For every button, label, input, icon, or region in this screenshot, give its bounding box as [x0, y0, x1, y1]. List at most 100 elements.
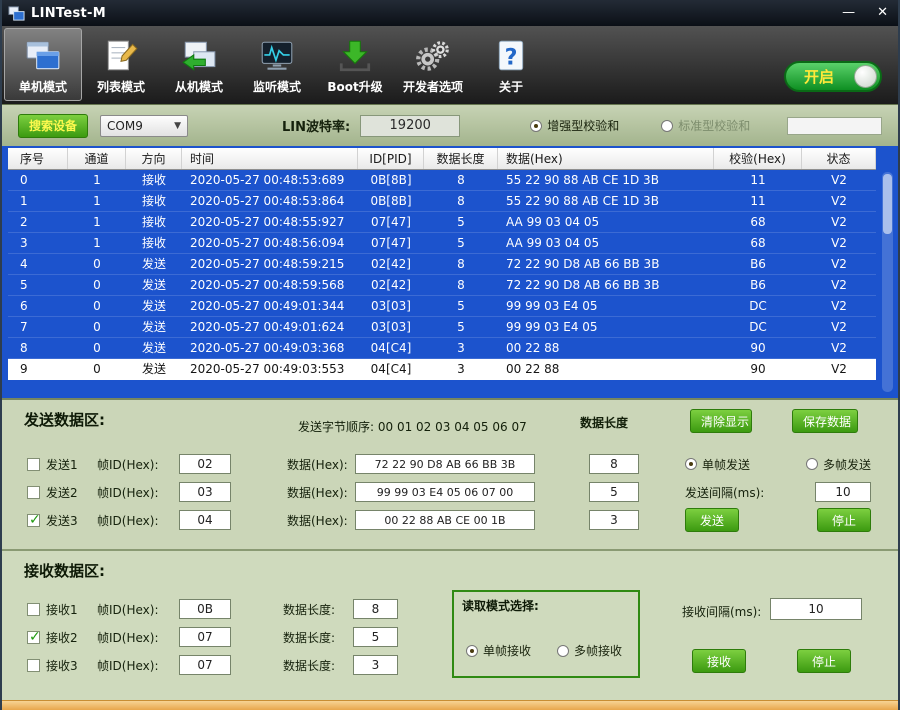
- send1-data-input[interactable]: [355, 454, 535, 474]
- receive-button[interactable]: 接收: [692, 649, 746, 673]
- table-cell: 1: [68, 191, 126, 211]
- toolbar-item-boot-upgrade[interactable]: Boot升级: [316, 28, 394, 101]
- send2-frame-id-input[interactable]: [179, 482, 231, 502]
- send2-length-input[interactable]: [589, 482, 639, 502]
- table-cell: 0: [8, 170, 68, 190]
- toolbar-item-developer-options[interactable]: 开发者选项: [394, 28, 472, 101]
- receive-stop-button[interactable]: 停止: [797, 649, 851, 673]
- clear-display-button[interactable]: 清除显示: [690, 409, 752, 433]
- table-cell: 5: [424, 296, 498, 316]
- table-cell: 5: [8, 275, 68, 295]
- multi-frame-receive-radio[interactable]: 多帧接收: [557, 642, 622, 659]
- table-scrollbar[interactable]: [882, 172, 893, 392]
- receive2-frame-id-input[interactable]: [179, 627, 231, 647]
- table-cell: 68: [714, 212, 802, 232]
- table-row[interactable]: 01接收2020-05-27 00:48:53:6890B[8B]855 22 …: [8, 170, 876, 191]
- table-header: 序号通道方向时间ID[PID]数据长度数据(Hex)校验(Hex)状态: [8, 148, 876, 170]
- svg-text:?: ?: [505, 44, 518, 70]
- receive2-checkbox[interactable]: 接收2: [27, 629, 97, 646]
- radio-icon: [557, 645, 569, 657]
- table-row[interactable]: 60发送2020-05-27 00:49:01:34403[03]599 99 …: [8, 296, 876, 317]
- table-cell: 2020-05-27 00:48:59:215: [182, 254, 358, 274]
- multi-frame-send-radio[interactable]: 多帧发送: [806, 456, 871, 473]
- table-cell: 1: [68, 212, 126, 232]
- close-button[interactable]: ✕: [877, 0, 888, 26]
- table-row[interactable]: 90发送2020-05-27 00:49:03:55304[C4]300 22 …: [8, 359, 876, 380]
- table-row[interactable]: 21接收2020-05-27 00:48:55:92707[47]5AA 99 …: [8, 212, 876, 233]
- table-cell: 发送: [126, 296, 182, 316]
- save-data-button[interactable]: 保存数据: [792, 409, 858, 433]
- com-port-select[interactable]: COM9 ▼: [100, 115, 188, 137]
- receive3-frame-id-input[interactable]: [179, 655, 231, 675]
- receive2-length-input[interactable]: [353, 627, 398, 647]
- table-cell: 99 99 03 E4 05: [498, 296, 714, 316]
- receive1-length-input[interactable]: [353, 599, 398, 619]
- table-cell: 0B[8B]: [358, 170, 424, 190]
- toolbar-item-single-mode[interactable]: 单机模式: [4, 28, 82, 101]
- table-row[interactable]: 11接收2020-05-27 00:48:53:8640B[8B]855 22 …: [8, 191, 876, 212]
- spare-text-input[interactable]: [787, 117, 882, 135]
- send-interval-input[interactable]: [815, 482, 871, 502]
- table-header-cell: 时间: [182, 148, 358, 169]
- toolbar-item-label: 从机模式: [175, 78, 223, 95]
- checkbox-icon: [27, 659, 40, 672]
- standard-checksum-label: 标准型校验和: [678, 117, 750, 134]
- checkbox-icon: [27, 603, 40, 616]
- table-header-cell: ID[PID]: [358, 148, 424, 169]
- receive3-checkbox[interactable]: 接收3: [27, 657, 97, 674]
- checkbox-icon: [27, 514, 40, 527]
- send2-checkbox[interactable]: 发送2: [27, 484, 97, 501]
- table-cell: 07[47]: [358, 212, 424, 232]
- table-header-cell: 方向: [126, 148, 182, 169]
- table-cell: 5: [424, 233, 498, 253]
- table-cell: 8: [424, 254, 498, 274]
- receive3-length-input[interactable]: [353, 655, 398, 675]
- receive-row-1: 接收1 帧ID(Hex): 数据长度:: [2, 597, 898, 621]
- table-row[interactable]: 70发送2020-05-27 00:49:01:62403[03]599 99 …: [8, 317, 876, 338]
- send-button[interactable]: 发送: [685, 508, 739, 532]
- toolbar-item-monitor-mode[interactable]: 监听模式: [238, 28, 316, 101]
- list-mode-icon: [102, 34, 140, 78]
- baud-rate-input[interactable]: [360, 115, 460, 137]
- send3-checkbox[interactable]: 发送3: [27, 512, 97, 529]
- power-toggle-button[interactable]: 开启: [784, 61, 882, 92]
- table-cell: V2: [802, 317, 876, 337]
- table-row[interactable]: 40发送2020-05-27 00:48:59:21502[42]872 22 …: [8, 254, 876, 275]
- receive-interval-input[interactable]: [770, 598, 862, 620]
- standard-checksum-radio[interactable]: 标准型校验和: [661, 117, 750, 134]
- toolbar-item-label: 开发者选项: [403, 78, 463, 95]
- table-row[interactable]: 50发送2020-05-27 00:48:59:56802[42]872 22 …: [8, 275, 876, 296]
- table-row[interactable]: 31接收2020-05-27 00:48:56:09407[47]5AA 99 …: [8, 233, 876, 254]
- toolbar-item-slave-mode[interactable]: 从机模式: [160, 28, 238, 101]
- toolbar-item-list-mode[interactable]: 列表模式: [82, 28, 160, 101]
- table-cell: 8: [424, 275, 498, 295]
- scrollbar-thumb[interactable]: [883, 174, 892, 234]
- send3-frame-id-input[interactable]: [179, 510, 231, 530]
- table-cell: 72 22 90 D8 AB 66 BB 3B: [498, 254, 714, 274]
- minimize-button[interactable]: —: [842, 0, 855, 26]
- send3-length-input[interactable]: [589, 510, 639, 530]
- receive3-label: 接收3: [46, 657, 78, 674]
- table-cell: 发送: [126, 317, 182, 337]
- table-cell: 1: [68, 233, 126, 253]
- app-window: LINTest-M — ✕ 单机模式: [0, 0, 900, 710]
- table-cell: 0: [68, 296, 126, 316]
- send-stop-button[interactable]: 停止: [817, 508, 871, 532]
- table-row[interactable]: 80发送2020-05-27 00:49:03:36804[C4]300 22 …: [8, 338, 876, 359]
- window-title: LINTest-M: [31, 6, 106, 21]
- send1-frame-id-input[interactable]: [179, 454, 231, 474]
- receive1-frame-id-input[interactable]: [179, 599, 231, 619]
- send3-data-input[interactable]: [355, 510, 535, 530]
- table-cell: B6: [714, 275, 802, 295]
- receive1-checkbox[interactable]: 接收1: [27, 601, 97, 618]
- power-toggle-label: 开启: [804, 66, 834, 87]
- single-frame-receive-radio[interactable]: 单帧接收: [466, 642, 531, 659]
- search-device-button[interactable]: 搜索设备: [18, 114, 88, 138]
- send1-checkbox[interactable]: 发送1: [27, 456, 97, 473]
- toolbar-item-about[interactable]: ? 关于: [472, 28, 550, 101]
- single-frame-send-radio[interactable]: 单帧发送: [685, 456, 750, 473]
- send1-length-input[interactable]: [589, 454, 639, 474]
- send-area-title: 发送数据区:: [24, 409, 105, 430]
- send2-data-input[interactable]: [355, 482, 535, 502]
- enhanced-checksum-radio[interactable]: 增强型校验和: [530, 117, 619, 134]
